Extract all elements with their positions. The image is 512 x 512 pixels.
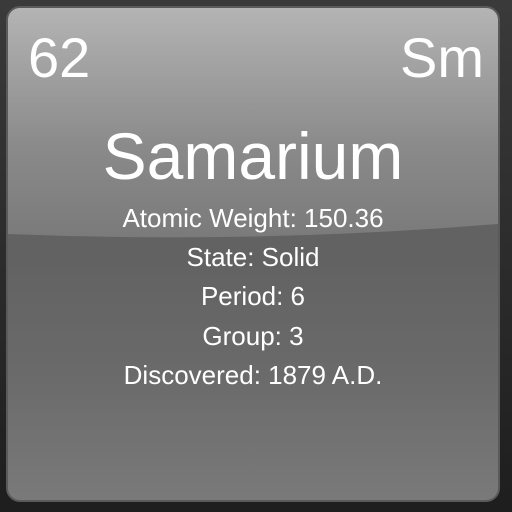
atomic-weight-label: Atomic Weight: 150.36	[122, 203, 384, 233]
period-label: Period: 6	[200, 281, 306, 311]
discovered-label: Discovered: 1879 A.D.	[123, 360, 383, 390]
group-label: Group: 3	[202, 321, 304, 351]
state-label: State: Solid	[186, 242, 320, 272]
app-frame: 62 Sm Samarium Atomic Weight: 150.36 Sta…	[0, 0, 512, 512]
element-name: Samarium	[102, 119, 404, 193]
atomic-number: 62	[28, 26, 91, 89]
element-tile: 62 Sm Samarium Atomic Weight: 150.36 Sta…	[6, 6, 500, 502]
element-symbol: Sm	[400, 26, 484, 89]
